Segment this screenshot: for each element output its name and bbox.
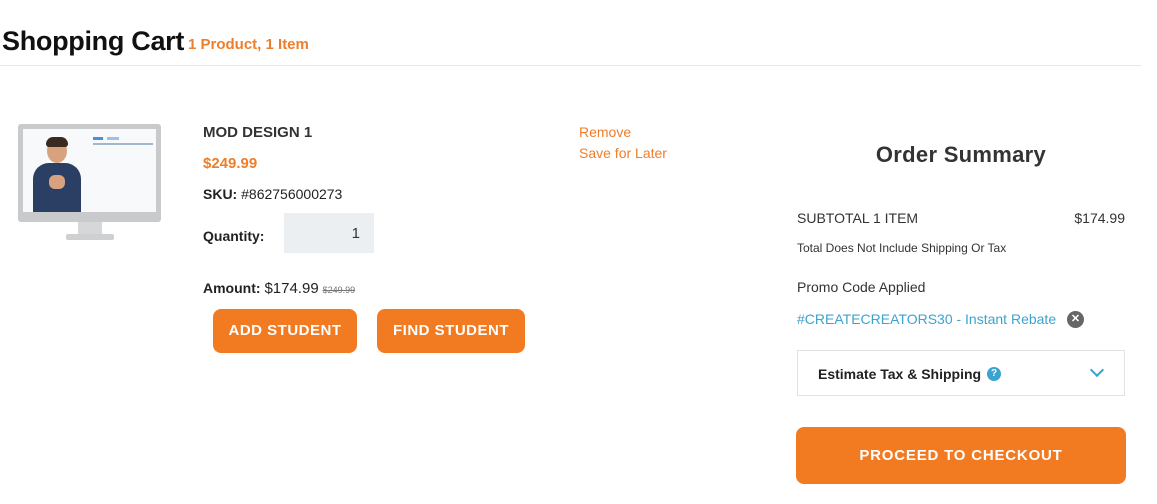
subtotal-value: $174.99 bbox=[1074, 210, 1125, 226]
product-price: $249.99 bbox=[203, 155, 258, 172]
product-image[interactable] bbox=[18, 124, 161, 242]
sku-value: #862756000273 bbox=[241, 186, 343, 202]
promo-label: Promo Code Applied bbox=[797, 279, 926, 295]
promo-code[interactable]: #CREATECREATORS30 - Instant Rebate bbox=[797, 311, 1056, 327]
estimate-label: Estimate Tax & Shipping bbox=[818, 366, 982, 382]
quantity-label: Quantity: bbox=[203, 228, 265, 244]
monitor-screen bbox=[23, 129, 156, 212]
presenter-figure bbox=[33, 137, 81, 212]
sku-label: SKU: bbox=[203, 186, 238, 202]
cart-header: Shopping Cart 1 Product, 1 Item bbox=[0, 0, 1141, 66]
question-circle-icon[interactable]: ? bbox=[987, 367, 1001, 381]
page-title: Shopping Cart bbox=[2, 26, 185, 56]
quantity-input[interactable] bbox=[284, 213, 374, 253]
find-student-button[interactable]: FIND STUDENT bbox=[377, 309, 525, 353]
cart-count: 1 Product, 1 Item bbox=[188, 36, 309, 53]
proceed-to-checkout-button[interactable]: PROCEED TO CHECKOUT bbox=[796, 427, 1126, 484]
product-name[interactable]: MOD DESIGN 1 bbox=[203, 124, 312, 141]
amount-original: $249.99 bbox=[322, 285, 356, 295]
chevron-down-icon bbox=[1089, 362, 1105, 378]
save-for-later-link[interactable]: Save for Later bbox=[579, 145, 667, 161]
amount-value: $174.99 bbox=[264, 280, 319, 297]
subtotal-label: SUBTOTAL 1 ITEM bbox=[797, 210, 919, 226]
tax-note: Total Does Not Include Shipping Or Tax bbox=[797, 241, 1007, 255]
close-circle-icon[interactable]: ✕ bbox=[1067, 311, 1084, 328]
monitor-base bbox=[66, 234, 114, 240]
monitor-bezel bbox=[18, 124, 161, 222]
amount-label: Amount: bbox=[203, 280, 261, 296]
estimate-tax-shipping-toggle[interactable]: Estimate Tax & Shipping ? bbox=[797, 350, 1125, 396]
add-student-button[interactable]: ADD STUDENT bbox=[213, 309, 357, 353]
product-sku: SKU: #862756000273 bbox=[203, 186, 342, 202]
monitor-stand bbox=[78, 222, 102, 234]
remove-link[interactable]: Remove bbox=[579, 124, 631, 140]
product-amount: Amount: $174.99 $249.99 bbox=[203, 280, 355, 297]
order-summary-title: Order Summary bbox=[875, 142, 1047, 167]
